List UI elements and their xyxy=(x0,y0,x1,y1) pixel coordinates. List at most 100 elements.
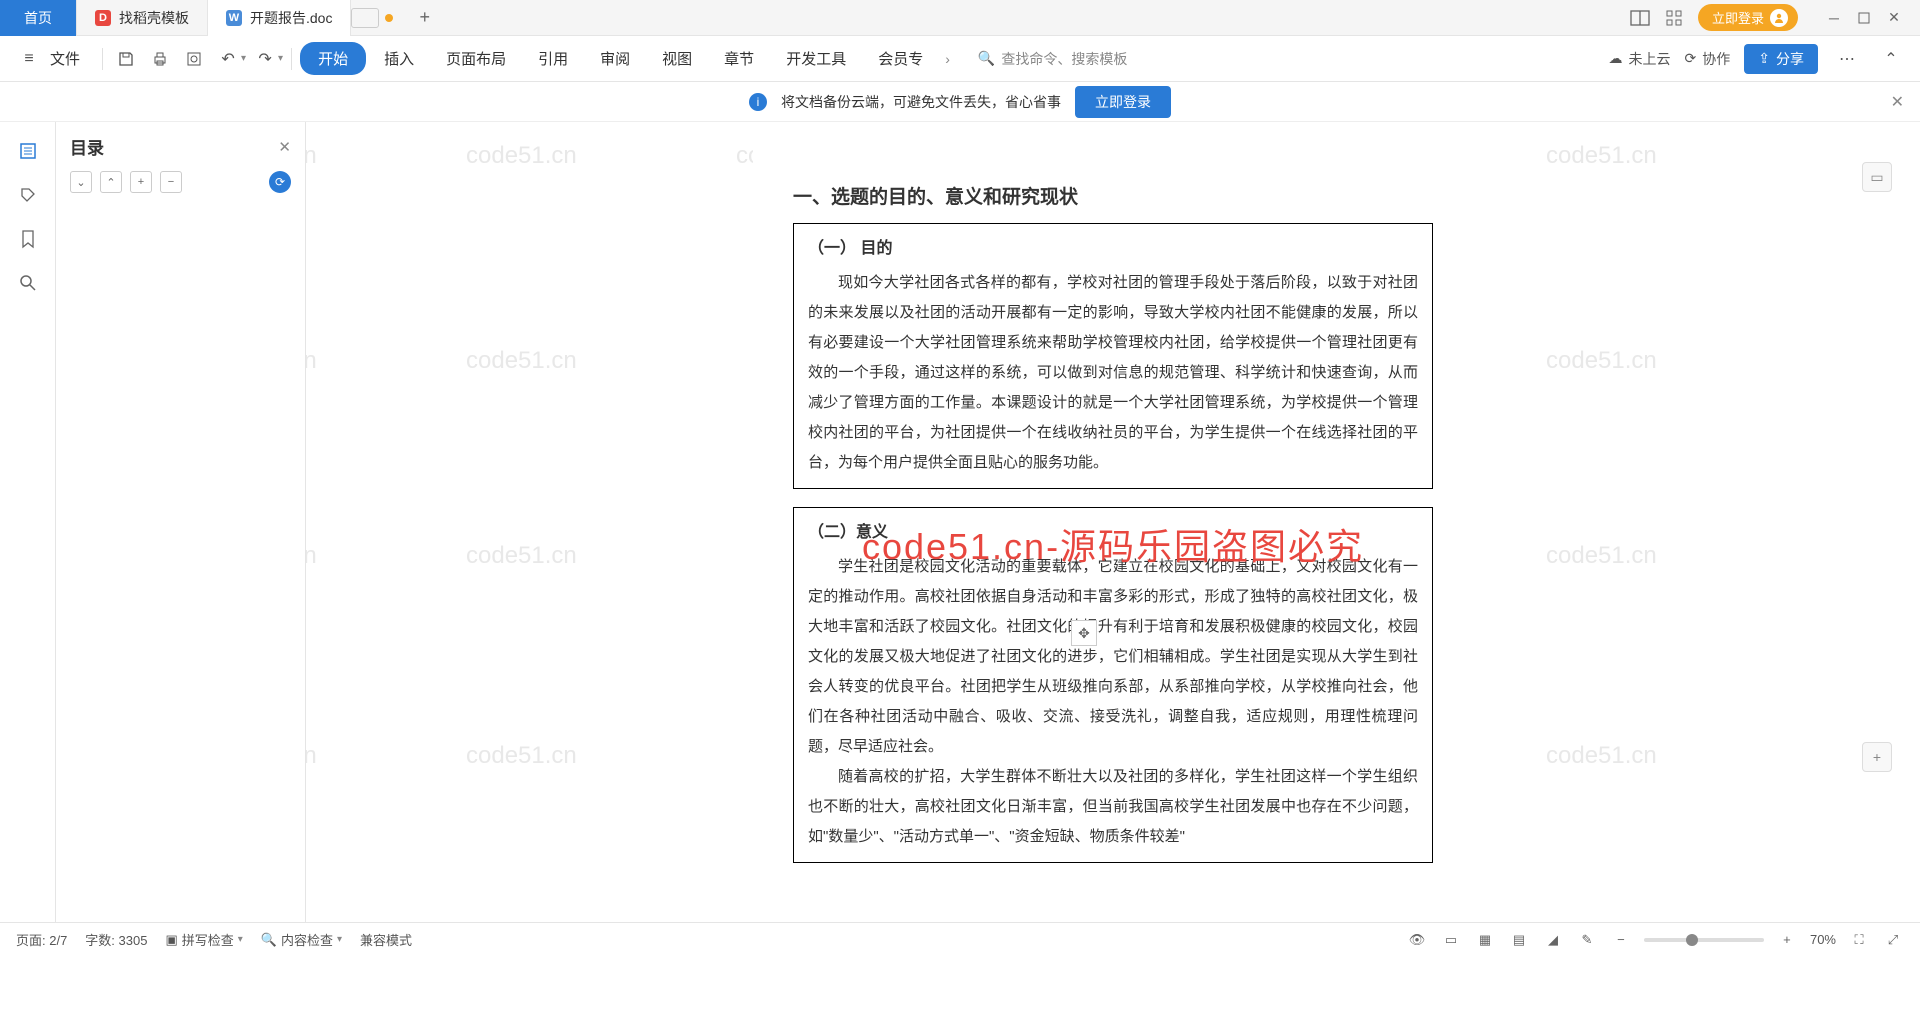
eye-icon[interactable]: 👁 xyxy=(1406,929,1428,951)
menu-review[interactable]: 审阅 xyxy=(586,42,644,75)
watermark: code51.cn xyxy=(466,542,577,570)
watermark: code51.cn xyxy=(306,542,317,570)
zoom-slider[interactable] xyxy=(1644,938,1764,942)
search-icon: 🔍 xyxy=(978,50,995,67)
content-check[interactable]: 🔍内容检查▾ xyxy=(261,930,342,949)
share-icon: ⇪ xyxy=(1758,50,1770,67)
save-icon[interactable] xyxy=(111,44,141,74)
ruler-icon[interactable]: ◢ xyxy=(1542,929,1564,951)
zoom-out-button[interactable]: − xyxy=(1610,929,1632,951)
compat-mode[interactable]: 兼容模式 xyxy=(360,930,412,949)
outline-add-icon[interactable]: + xyxy=(130,171,152,193)
watermark: code51.cn xyxy=(306,142,317,170)
menu-member[interactable]: 会员专 xyxy=(864,42,937,75)
zoom-in-button[interactable]: + xyxy=(1776,929,1798,951)
menu-view[interactable]: 视图 xyxy=(648,42,706,75)
outline-collapse-icon[interactable]: ⌄ xyxy=(70,171,92,193)
collapse-toolbar-button[interactable]: ▭ xyxy=(1862,162,1892,192)
spellcheck-toggle[interactable]: ▣拼写检查▾ xyxy=(165,930,242,949)
page-indicator[interactable]: 页面: 2/7 xyxy=(16,930,67,949)
watermark: code51.cn xyxy=(1546,542,1657,570)
menu-devtools[interactable]: 开发工具 xyxy=(772,42,860,75)
tab-home[interactable]: 首页 xyxy=(0,0,77,36)
collab-button[interactable]: ⟳协作 xyxy=(1685,49,1731,69)
tag-icon[interactable] xyxy=(15,182,41,208)
document-canvas[interactable]: code51.cn code51.cn code51.cn code51.cn … xyxy=(306,122,1920,922)
more-icon[interactable]: ⋯ xyxy=(1832,44,1862,74)
close-button[interactable]: ✕ xyxy=(1880,4,1908,32)
cloud-status[interactable]: ☁未上云 xyxy=(1609,49,1671,69)
outline-expand-icon[interactable]: ⌃ xyxy=(100,171,122,193)
minimize-button[interactable]: ─ xyxy=(1820,4,1848,32)
outline-close-button[interactable]: ✕ xyxy=(278,138,291,156)
watermark: code51.cn xyxy=(1546,347,1657,375)
login-button[interactable]: 立即登录 xyxy=(1698,4,1798,31)
document-page: 一、选题的目的、意义和研究现状 （一） 目的 现如今大学社团各式各样的都有，学校… xyxy=(753,122,1473,901)
move-handle-icon[interactable]: ✥ xyxy=(1071,620,1097,646)
watermark: code51.cn xyxy=(1546,742,1657,770)
fit-page-icon[interactable]: ⛶ xyxy=(1848,929,1870,951)
banner-login-button[interactable]: 立即登录 xyxy=(1075,86,1171,118)
edit-mode-icon[interactable]: ✎ xyxy=(1576,929,1598,951)
add-comment-button[interactable]: + xyxy=(1862,742,1892,772)
apps-icon[interactable] xyxy=(1664,8,1684,28)
side-strip xyxy=(0,122,56,922)
watermark: code51.cn xyxy=(466,142,577,170)
preview-icon[interactable] xyxy=(179,44,209,74)
tab-document[interactable]: W 开题报告.doc xyxy=(208,0,351,36)
find-icon[interactable] xyxy=(15,270,41,296)
collab-icon: ⟳ xyxy=(1685,50,1697,67)
watermark: code51.cn xyxy=(1546,142,1657,170)
paragraph: 现如今大学社团各式各样的都有，学校对社团的管理手段处于落后阶段，以致于对社团的未… xyxy=(808,268,1418,478)
outline-panel: 目录 ✕ ⌄ ⌃ + − ⟳ xyxy=(56,122,306,922)
view-outline-icon[interactable]: ▤ xyxy=(1508,929,1530,951)
device-icon[interactable] xyxy=(351,8,379,28)
cloud-banner: i 将文档备份云端，可避免文件丢失，省心省事 立即登录 ✕ xyxy=(0,82,1920,122)
share-button[interactable]: ⇪分享 xyxy=(1744,44,1818,74)
ribbon: ≡ 文件 ↶ ▾ ↷ ▾ 开始 插入 页面布局 引用 审阅 视图 章节 开发工具… xyxy=(0,36,1920,82)
heading-1: 一、选题的目的、意义和研究现状 xyxy=(793,182,1433,209)
view-web-icon[interactable]: ▦ xyxy=(1474,929,1496,951)
menu-references[interactable]: 引用 xyxy=(524,42,582,75)
undo-icon[interactable]: ↶ xyxy=(213,44,243,74)
avatar-icon xyxy=(1770,9,1788,27)
outline-tab-icon[interactable] xyxy=(15,138,41,164)
collapse-ribbon-icon[interactable]: ⌃ xyxy=(1876,44,1906,74)
word-count[interactable]: 字数: 3305 xyxy=(85,930,147,949)
file-menu[interactable]: 文件 xyxy=(48,42,94,75)
paragraph: 学生社团是校园文化活动的重要载体，它建立在校园文化的基础上，又对校园文化有一定的… xyxy=(808,552,1418,762)
banner-close-button[interactable]: ✕ xyxy=(1891,92,1904,112)
banner-text: 将文档备份云端，可避免文件丢失，省心省事 xyxy=(781,92,1061,112)
tab-templates[interactable]: D 找稻壳模板 xyxy=(77,0,208,36)
section-2-box: （二）意义 学生社团是校园文化活动的重要载体，它建立在校园文化的基础上，又对校园… xyxy=(793,507,1433,863)
watermark: code51.cn xyxy=(466,347,577,375)
redo-icon[interactable]: ↷ xyxy=(250,44,280,74)
main-area: 目录 ✕ ⌄ ⌃ + − ⟳ code51.cn code51.cn code5… xyxy=(0,122,1920,922)
outline-remove-icon[interactable]: − xyxy=(160,171,182,193)
unsaved-dot-icon xyxy=(385,14,393,22)
command-search[interactable]: 🔍 查找命令、搜索模板 xyxy=(968,45,1137,73)
menu-start[interactable]: 开始 xyxy=(300,42,366,75)
menu-insert[interactable]: 插入 xyxy=(370,42,428,75)
menu-layout[interactable]: 页面布局 xyxy=(432,42,520,75)
titlebar: 首页 D 找稻壳模板 W 开题报告.doc + 立即登录 ─ ✕ xyxy=(0,0,1920,36)
menu-icon[interactable]: ≡ xyxy=(14,44,44,74)
new-tab-button[interactable]: + xyxy=(405,7,444,28)
split-view-icon[interactable] xyxy=(1630,8,1650,28)
menu-sections[interactable]: 章节 xyxy=(710,42,768,75)
watermark: code51.cn xyxy=(466,742,577,770)
daoke-icon: D xyxy=(95,10,111,26)
bookmark-icon[interactable] xyxy=(15,226,41,252)
zoom-level[interactable]: 70% xyxy=(1810,932,1836,947)
info-icon: i xyxy=(749,93,767,111)
view-page-icon[interactable]: ▭ xyxy=(1440,929,1462,951)
maximize-button[interactable] xyxy=(1850,4,1878,32)
outline-sync-icon[interactable]: ⟳ xyxy=(269,171,291,193)
menu-scroll-right[interactable]: › xyxy=(941,51,954,67)
watermark: code51.cn xyxy=(306,742,317,770)
section-1-box: （一） 目的 现如今大学社团各式各样的都有，学校对社团的管理手段处于落后阶段，以… xyxy=(793,223,1433,489)
word-icon: W xyxy=(226,10,242,26)
print-icon[interactable] xyxy=(145,44,175,74)
fullscreen-icon[interactable]: ⤢ xyxy=(1882,929,1904,951)
status-bar: 页面: 2/7 字数: 3305 ▣拼写检查▾ 🔍内容检查▾ 兼容模式 👁 ▭ … xyxy=(0,922,1920,956)
